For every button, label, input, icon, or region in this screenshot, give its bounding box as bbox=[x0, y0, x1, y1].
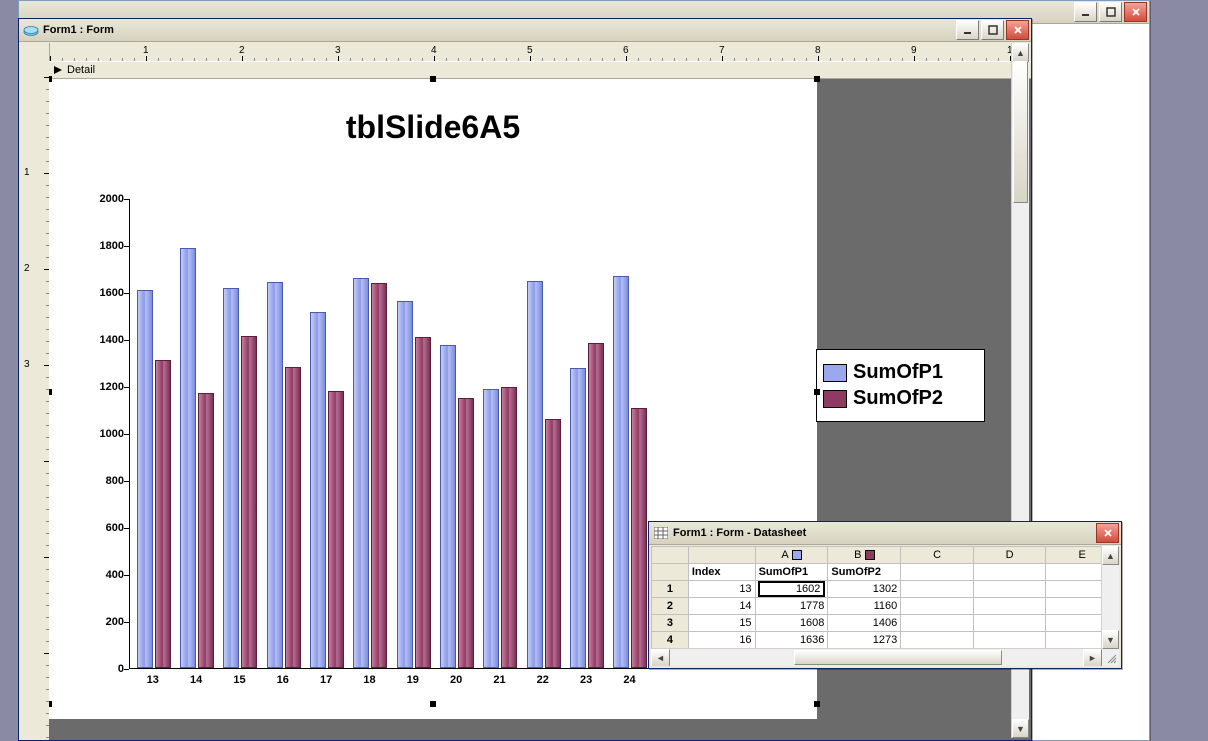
chart-bar bbox=[527, 281, 543, 668]
chart-bar bbox=[223, 288, 239, 668]
chart-x-tick-label: 22 bbox=[537, 674, 549, 686]
chart-bar bbox=[588, 343, 604, 668]
chart-bar bbox=[501, 387, 517, 668]
scroll-up-button[interactable]: ▲ bbox=[1102, 546, 1119, 565]
chart-bar bbox=[613, 276, 629, 668]
chart-x-tick-label: 14 bbox=[190, 674, 202, 686]
detail-arrow-icon bbox=[53, 65, 63, 75]
parent-close-button[interactable] bbox=[1124, 2, 1147, 22]
legend-swatch-icon bbox=[823, 390, 847, 408]
chart-bar bbox=[137, 290, 153, 668]
scroll-right-button[interactable]: ► bbox=[1083, 649, 1102, 666]
scroll-thumb[interactable] bbox=[1013, 61, 1028, 203]
legend-swatch-icon bbox=[823, 364, 847, 382]
form-close-button[interactable] bbox=[1006, 20, 1029, 40]
chart-plot-area: 0200400600800100012001400160018002000131… bbox=[129, 199, 649, 669]
chart-bar bbox=[631, 408, 647, 669]
chart-y-tick-label: 1000 bbox=[100, 428, 124, 440]
datasheet-icon bbox=[653, 525, 669, 541]
chart-title: tblSlide6A5 bbox=[49, 109, 817, 146]
chart-bar bbox=[545, 419, 561, 668]
scroll-up-button[interactable]: ▲ bbox=[1012, 43, 1029, 62]
chart-x-axis bbox=[129, 668, 649, 669]
legend-item: SumOfP2 bbox=[823, 387, 978, 410]
chart-x-tick-label: 15 bbox=[233, 674, 245, 686]
datasheet-horizontal-scrollbar[interactable]: ◄ ► bbox=[651, 648, 1102, 666]
form-titlebar[interactable]: Form1 : Form bbox=[19, 19, 1031, 42]
chart-x-tick-label: 20 bbox=[450, 674, 462, 686]
chart-bar bbox=[198, 393, 214, 668]
resize-grip[interactable] bbox=[1102, 649, 1119, 666]
chart-y-tick-label: 800 bbox=[106, 475, 124, 487]
chart-y-tick-label: 2000 bbox=[100, 193, 124, 205]
horizontal-ruler[interactable]: 12345678910 bbox=[50, 43, 1012, 62]
detail-label: Detail bbox=[67, 64, 95, 76]
chart-bar bbox=[180, 248, 196, 668]
legend-label: SumOfP1 bbox=[853, 361, 943, 384]
chart-bar bbox=[458, 398, 474, 668]
datasheet-titlebar[interactable]: Form1 : Form - Datasheet bbox=[649, 522, 1121, 545]
vertical-ruler[interactable]: 123 bbox=[21, 61, 50, 738]
chart-y-tick-label: 600 bbox=[106, 522, 124, 534]
parent-maximize-button[interactable] bbox=[1099, 2, 1122, 22]
chart-bar bbox=[570, 368, 586, 668]
chart-x-tick-label: 13 bbox=[147, 674, 159, 686]
scroll-thumb[interactable] bbox=[794, 650, 1003, 665]
datasheet-grid[interactable]: A B C D E IndexSumOfP1SumOfP211316021302… bbox=[651, 546, 1119, 649]
chart-x-tick-label: 16 bbox=[277, 674, 289, 686]
chart-bar bbox=[267, 282, 283, 668]
datasheet-vertical-scrollbar[interactable]: ▲ ▼ bbox=[1101, 546, 1119, 649]
form-title: Form1 : Form bbox=[43, 24, 956, 36]
chart-y-tick-label: 0 bbox=[118, 663, 124, 675]
parent-minimize-button[interactable] bbox=[1074, 2, 1097, 22]
scroll-down-button[interactable]: ▼ bbox=[1102, 630, 1119, 649]
detail-section-bar[interactable]: Detail bbox=[49, 61, 1031, 79]
chart-bar bbox=[483, 389, 499, 668]
chart-y-axis bbox=[129, 199, 130, 669]
chart-bar bbox=[353, 278, 369, 668]
chart-x-tick-label: 18 bbox=[363, 674, 375, 686]
chart-y-tick-label: 200 bbox=[106, 616, 124, 628]
chart-x-tick-label: 24 bbox=[623, 674, 635, 686]
chart-x-tick-label: 19 bbox=[407, 674, 419, 686]
chart-bar bbox=[241, 336, 257, 668]
chart-bar bbox=[397, 301, 413, 668]
datasheet-title: Form1 : Form - Datasheet bbox=[673, 527, 1096, 539]
datasheet-close-button[interactable] bbox=[1096, 523, 1119, 543]
legend-item: SumOfP1 bbox=[823, 361, 978, 384]
chart-y-tick-label: 1600 bbox=[100, 287, 124, 299]
scroll-down-button[interactable]: ▼ bbox=[1012, 719, 1029, 738]
form-maximize-button[interactable] bbox=[981, 20, 1004, 40]
ruler-corner[interactable] bbox=[21, 43, 50, 62]
chart-bar bbox=[310, 312, 326, 668]
chart-y-tick-label: 400 bbox=[106, 569, 124, 581]
scroll-left-button[interactable]: ◄ bbox=[651, 649, 670, 666]
chart-bar bbox=[285, 367, 301, 668]
chart-bar bbox=[371, 283, 387, 668]
datasheet-body: A B C D E IndexSumOfP1SumOfP211316021302… bbox=[651, 546, 1119, 666]
chart-legend[interactable]: SumOfP1 SumOfP2 bbox=[816, 349, 985, 422]
legend-label: SumOfP2 bbox=[853, 387, 943, 410]
chart-bar bbox=[328, 391, 344, 668]
chart-y-tick-label: 1200 bbox=[100, 381, 124, 393]
chart-y-tick-label: 1800 bbox=[100, 240, 124, 252]
chart-bar bbox=[155, 360, 171, 668]
form-icon bbox=[23, 22, 39, 38]
chart-x-tick-label: 23 bbox=[580, 674, 592, 686]
chart-y-tick-label: 1400 bbox=[100, 334, 124, 346]
chart-bar bbox=[440, 345, 456, 668]
chart-x-tick-label: 17 bbox=[320, 674, 332, 686]
chart-x-tick-label: 21 bbox=[493, 674, 505, 686]
chart-bar bbox=[415, 337, 431, 668]
form-minimize-button[interactable] bbox=[956, 20, 979, 40]
datasheet-window[interactable]: Form1 : Form - Datasheet A B C D E Index… bbox=[648, 521, 1122, 669]
